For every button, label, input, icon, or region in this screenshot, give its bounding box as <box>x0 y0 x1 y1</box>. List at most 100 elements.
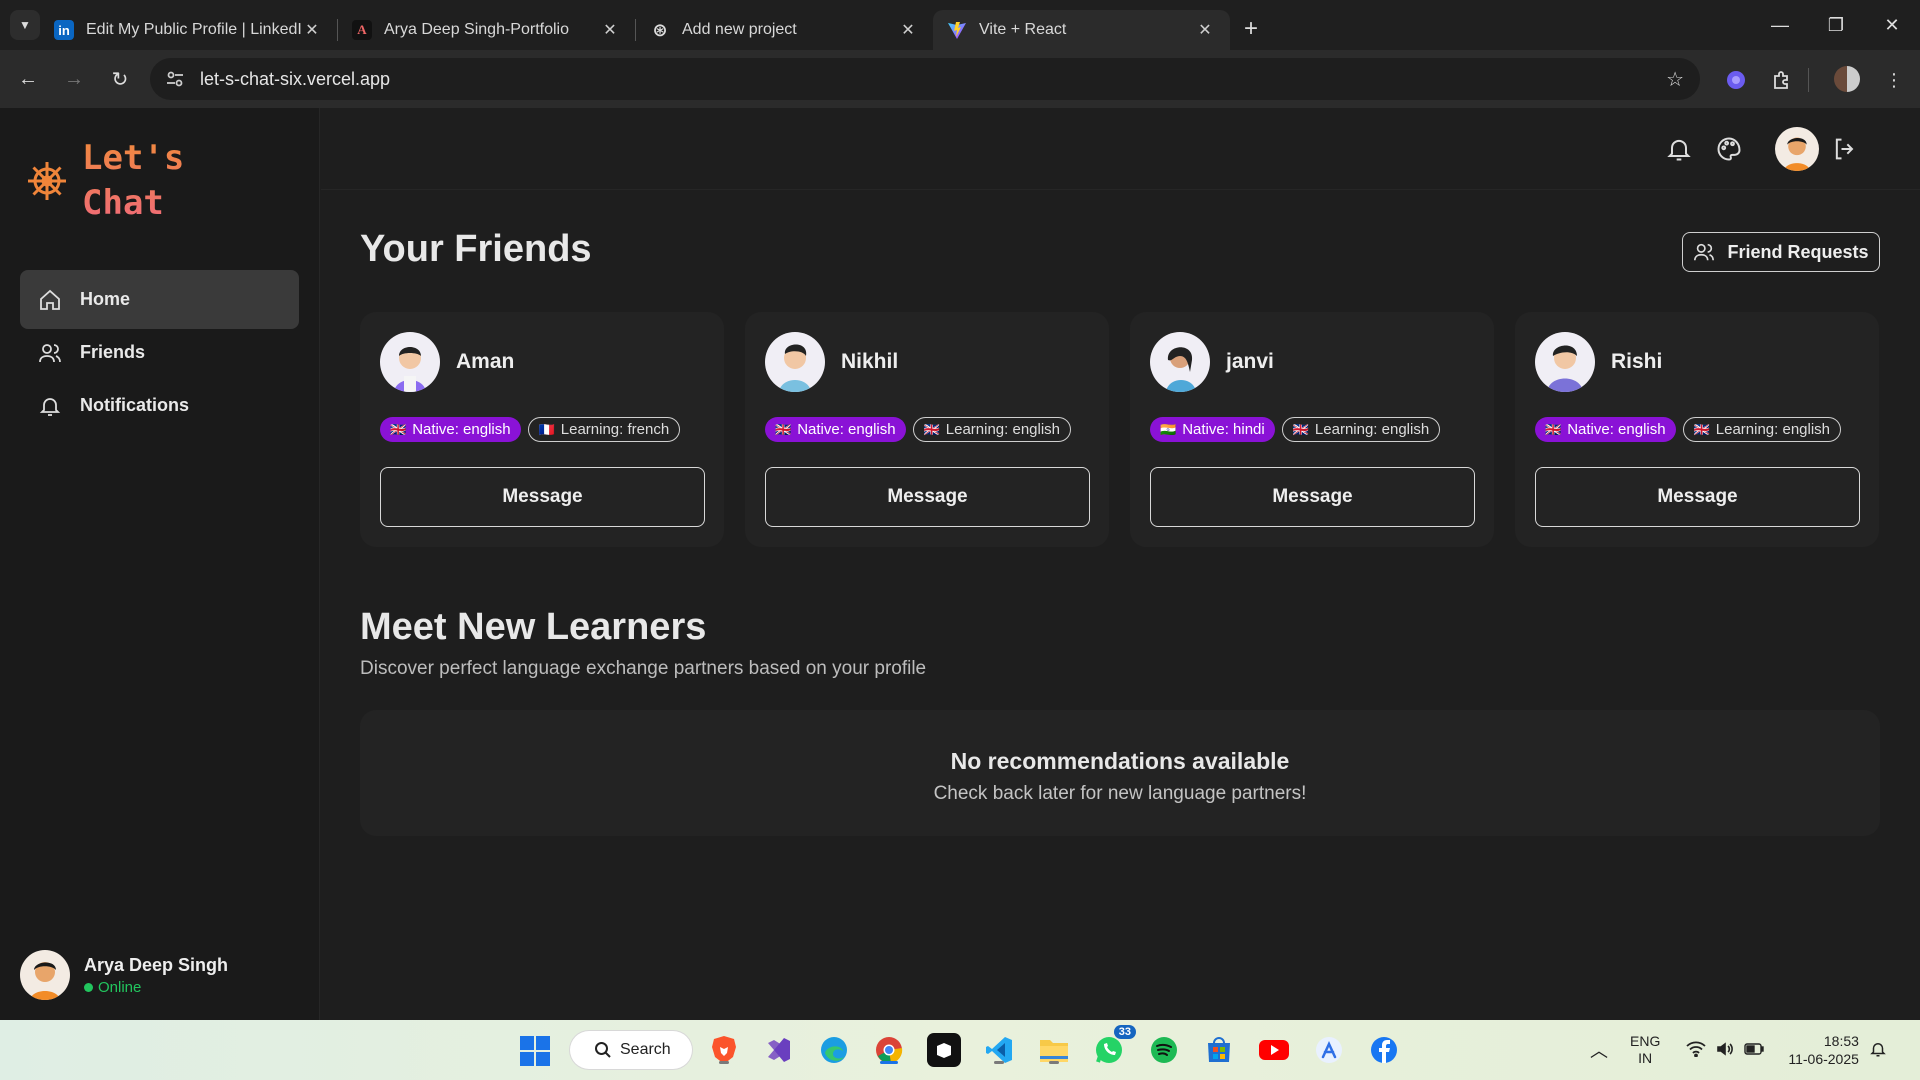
close-tab-icon[interactable]: ✕ <box>897 20 919 40</box>
battery-icon[interactable] <box>1744 1042 1765 1058</box>
site-settings-icon[interactable] <box>162 66 188 92</box>
bell-icon <box>39 397 61 416</box>
windows-start-icon[interactable] <box>520 1036 550 1066</box>
window-controls: — ❐ ✕ <box>1752 0 1920 50</box>
message-button[interactable]: Message <box>380 467 705 527</box>
friend-name: janvi <box>1226 350 1274 373</box>
friend-card: janvi 🇮🇳 Native: hindi 🇬🇧 Learning: englis… <box>1130 312 1494 547</box>
close-tab-icon[interactable]: ✕ <box>1194 20 1216 40</box>
minimize-icon[interactable]: — <box>1752 0 1808 50</box>
close-window-icon[interactable]: ✕ <box>1864 0 1920 50</box>
native-language-badge: 🇬🇧 Native: english <box>765 417 906 442</box>
tab-title: Edit My Public Profile | LinkedIn <box>86 21 301 38</box>
current-user[interactable]: Arya Deep Singh Online <box>20 950 228 1000</box>
native-language-badge: 🇬🇧 Native: english <box>1535 417 1676 442</box>
friend-name: Nikhil <box>841 350 899 373</box>
browser-tab-vite-react[interactable]: Vite + React ✕ <box>933 10 1230 50</box>
friends-grid: Aman 🇬🇧 Native: english 🇫🇷 Learning: frenc… <box>360 312 1879 547</box>
brave-icon[interactable] <box>707 1033 741 1067</box>
tab-title: Add new project <box>682 21 797 38</box>
logout-icon[interactable] <box>1829 133 1861 165</box>
learning-language-badge: 🇬🇧 Learning: english <box>912 417 1072 442</box>
sidebar-item-label: Notifications <box>80 395 190 415</box>
brand-name: Let's Chat <box>82 136 184 226</box>
friend-card: Aman 🇬🇧 Native: english 🇫🇷 Learning: frenc… <box>360 312 724 547</box>
region-code: IN <box>1638 1050 1653 1066</box>
youtube-icon[interactable] <box>1257 1033 1291 1067</box>
spotify-icon[interactable] <box>1147 1033 1181 1067</box>
close-tab-icon[interactable]: ✕ <box>599 20 621 40</box>
linkedin-icon: in <box>54 20 74 40</box>
sidebar-item-friends[interactable]: Friends <box>20 323 299 382</box>
main-content: Your Friends Friend Requests Aman 🇬🇧 Nati… <box>360 228 1880 836</box>
edge-icon[interactable] <box>817 1033 851 1067</box>
notification-bell-icon[interactable] <box>1869 1040 1887 1061</box>
forward-arrow-icon[interactable]: → <box>56 61 92 97</box>
extensions-puzzle-icon[interactable] <box>1770 68 1794 92</box>
tab-search-chevron-icon[interactable]: ▼ <box>10 10 40 40</box>
sidebar-item-home[interactable]: Home <box>20 270 299 329</box>
extension-icon[interactable] <box>1724 68 1748 92</box>
language-indicator[interactable]: ENG IN <box>1630 1033 1660 1067</box>
reload-icon[interactable]: ↻ <box>102 61 138 97</box>
browser-tab-linkedin[interactable]: in Edit My Public Profile | LinkedIn ✕ <box>40 10 337 50</box>
notion-icon[interactable] <box>927 1033 961 1067</box>
india-flag-icon: 🇮🇳 <box>1160 421 1177 437</box>
file-explorer-icon[interactable] <box>1037 1033 1071 1067</box>
brand-logo[interactable]: Let's Chat <box>26 136 184 226</box>
address-bar[interactable]: let-s-chat-six.vercel.app ☆ <box>150 58 1700 100</box>
clock[interactable]: 18:53 11-06-2025 <box>1788 1032 1859 1068</box>
sidebar-item-notifications[interactable]: Notifications <box>20 376 299 435</box>
message-button[interactable]: Message <box>765 467 1090 527</box>
sidebar-item-label: Home <box>80 289 131 309</box>
browser-tab-portfolio[interactable]: A Arya Deep Singh-Portfolio ✕ <box>338 10 635 50</box>
friend-requests-label: Friend Requests <box>1727 241 1869 262</box>
badge-text: Native: hindi <box>1182 421 1265 438</box>
bell-icon[interactable] <box>1663 133 1695 165</box>
close-tab-icon[interactable]: ✕ <box>301 20 323 40</box>
visual-studio-icon[interactable] <box>762 1033 796 1067</box>
facebook-icon[interactable] <box>1367 1033 1401 1067</box>
badge-text: Learning: french <box>560 421 670 438</box>
ship-wheel-icon <box>28 162 66 200</box>
uk-flag-icon: 🇬🇧 <box>1693 421 1710 437</box>
section-title: Meet New Learners <box>360 606 707 648</box>
message-button[interactable]: Message <box>1535 467 1860 527</box>
learning-language-badge: 🇫🇷 Learning: french <box>527 417 681 442</box>
vscode-icon[interactable] <box>982 1033 1016 1067</box>
empty-state: No recommendations available Check back … <box>360 710 1880 836</box>
browser-menu-icon[interactable]: ⋮ <box>1882 68 1906 92</box>
palette-icon[interactable] <box>1713 133 1745 165</box>
bookmark-star-icon[interactable]: ☆ <box>1666 67 1684 92</box>
back-arrow-icon[interactable]: ← <box>10 61 46 97</box>
search-icon <box>595 1042 611 1058</box>
search-label: Search <box>620 1041 671 1058</box>
profile-avatar-icon[interactable] <box>1834 66 1860 92</box>
volume-icon[interactable] <box>1716 1041 1734 1060</box>
france-flag-icon: 🇫🇷 <box>538 421 555 437</box>
header-avatar[interactable] <box>1775 127 1819 171</box>
new-tab-plus-icon[interactable]: + <box>1244 15 1258 43</box>
avatar <box>20 950 70 1000</box>
learning-language-badge: 🇬🇧 Learning: english <box>1682 417 1842 442</box>
message-button[interactable]: Message <box>1150 467 1475 527</box>
clock-time: 18:53 <box>1823 1033 1859 1049</box>
friend-requests-button[interactable]: Friend Requests <box>1682 232 1880 272</box>
whatsapp-icon[interactable]: 33 <box>1092 1025 1136 1067</box>
users-icon <box>1694 243 1715 261</box>
microsoft-store-icon[interactable] <box>1202 1033 1236 1067</box>
app-store-icon[interactable] <box>1312 1033 1346 1067</box>
wifi-icon[interactable] <box>1686 1041 1706 1060</box>
friend-card: Nikhil 🇬🇧 Native: english 🇬🇧 Learning: eng… <box>745 312 1109 547</box>
avatar <box>1535 332 1595 392</box>
uk-flag-icon: 🇬🇧 <box>923 421 940 437</box>
uk-flag-icon: 🇬🇧 <box>1545 421 1562 437</box>
restore-icon[interactable]: ❐ <box>1808 0 1864 50</box>
openai-icon: ⊛ <box>652 19 668 40</box>
chevron-up-icon[interactable]: ︿ <box>1590 1037 1608 1063</box>
chrome-icon[interactable] <box>872 1033 906 1067</box>
taskbar-search[interactable]: Search <box>570 1031 692 1069</box>
windows-taskbar: Search 33 ︿ ENG IN 18:53 11-06-2025 <box>0 1020 1920 1080</box>
tab-title: Vite + React <box>979 21 1067 38</box>
browser-tab-add-project[interactable]: ⊛ Add new project ✕ <box>636 10 933 50</box>
